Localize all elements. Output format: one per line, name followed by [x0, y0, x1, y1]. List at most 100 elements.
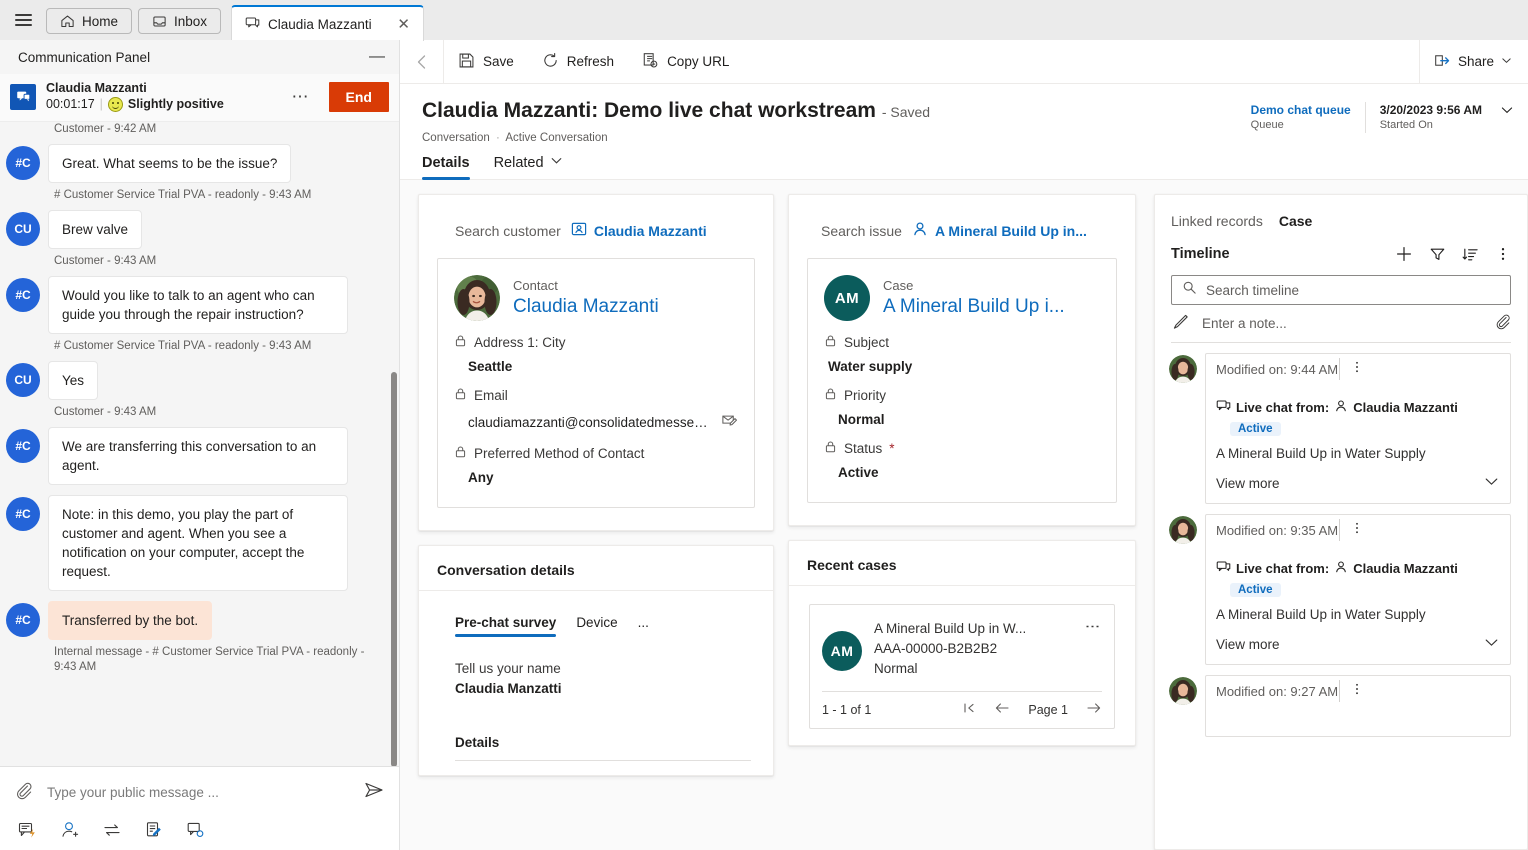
chat-message: #C Great. What seems to be the issue? [6, 144, 387, 183]
lock-icon [454, 445, 467, 461]
email-icon[interactable] [721, 412, 738, 432]
chevron-down-icon[interactable] [1496, 102, 1514, 120]
view-more-toggle[interactable]: View more [1216, 463, 1500, 493]
header-field-queue[interactable]: Demo chat queue Queue [1237, 102, 1365, 133]
search-customer-value[interactable]: Claudia Mazzanti [571, 221, 707, 240]
attachment-icon[interactable] [14, 781, 33, 805]
recent-cases-title: Recent cases [789, 541, 1135, 586]
message-bubble: Brew valve [48, 210, 143, 249]
contact-header: Contact Claudia Mazzanti [454, 275, 738, 321]
record-count: 1 - 1 of 1 [822, 702, 872, 717]
contact-entity-type: Contact [513, 277, 558, 293]
avatar: AM [824, 275, 870, 321]
nav-tab-inbox[interactable]: Inbox [138, 8, 222, 34]
filter-icon[interactable] [1429, 246, 1446, 263]
transfer-icon[interactable] [102, 820, 122, 840]
search-timeline-input[interactable]: Search timeline [1171, 275, 1511, 305]
chat-transcript[interactable]: Customer - 9:42 AM #C Great. What seems … [0, 122, 399, 766]
add-agent-icon[interactable] [60, 820, 80, 840]
minimize-icon[interactable]: — [369, 49, 385, 65]
tab-device[interactable]: Device [576, 615, 617, 637]
timeline-list[interactable]: Modified on: 9:44 AM Live chat from: Cla… [1155, 343, 1527, 849]
tab-details-label: Details [422, 154, 470, 171]
refresh-button[interactable]: Refresh [528, 40, 628, 84]
divider [1339, 358, 1341, 380]
timeline-entry-card[interactable]: Modified on: 9:27 AM [1205, 675, 1511, 737]
timeline-entry-source: Live chat from: Claudia Mazzanti [1216, 559, 1500, 579]
case-name-link[interactable]: A Mineral Build Up i... [883, 294, 1100, 320]
message-bubble: Would you like to talk to an agent who c… [48, 276, 348, 334]
person-icon [912, 221, 928, 240]
enter-note-placeholder: Enter a note... [1202, 316, 1287, 331]
chat-session-icon [10, 83, 36, 110]
customer-summary-card: Search customer Claudia Mazzanti Contact… [418, 194, 774, 531]
timeline-person: Claudia Mazzanti [1353, 561, 1458, 576]
divider [1339, 680, 1341, 702]
tab-overflow-more[interactable]: ... [638, 615, 649, 637]
session-tab-active[interactable]: Claudia Mazzanti ✕ [231, 5, 424, 41]
attachment-icon[interactable] [1494, 313, 1511, 335]
chevron-down-icon[interactable] [1483, 473, 1500, 493]
search-timeline-placeholder: Search timeline [1206, 282, 1300, 298]
more-options-icon[interactable] [1350, 360, 1364, 379]
search-customer-text: Claudia Mazzanti [593, 222, 707, 239]
avatar: #C [6, 603, 40, 637]
search-issue-row: Search issue A Mineral Build Up in... [789, 195, 1135, 240]
consult-icon[interactable] [186, 820, 206, 840]
tab-pre-chat-survey[interactable]: Pre-chat survey [455, 615, 557, 637]
required-indicator: * [889, 440, 895, 456]
timeline-item: Modified on: 9:44 AM Live chat from: Cla… [1155, 343, 1527, 504]
breadcrumb-entity[interactable]: Conversation [422, 132, 490, 144]
message-input[interactable]: Type your public message ... [47, 785, 349, 800]
list-item[interactable]: AM A Mineral Build Up in W... AAA-00000-… [809, 604, 1115, 729]
field-label: Address 1: City [474, 334, 566, 350]
first-page-icon[interactable] [962, 701, 976, 718]
chevron-down-icon[interactable] [550, 154, 563, 171]
sort-icon[interactable] [1462, 246, 1479, 263]
share-icon [1434, 52, 1451, 72]
timeline-entry-header: Modified on: 9:35 AM [1206, 515, 1510, 545]
contact-name-link[interactable]: Claudia Mazzanti [513, 294, 738, 320]
view-more-toggle[interactable]: View more [1216, 624, 1500, 654]
plus-icon[interactable] [1395, 245, 1413, 263]
share-button[interactable]: Share [1418, 39, 1528, 84]
field-value-text: Any [468, 470, 494, 485]
end-conversation-button[interactable]: End [328, 81, 389, 112]
breadcrumb-view[interactable]: Active Conversation [505, 132, 607, 144]
hamburger-icon[interactable] [6, 0, 40, 40]
field-value: Normal [824, 403, 1100, 427]
copy-url-button[interactable]: Copy URL [628, 40, 743, 84]
send-icon[interactable] [363, 779, 385, 806]
timeline-modified-on: Modified on: 9:35 AM [1216, 522, 1339, 538]
tab-details[interactable]: Details [422, 154, 470, 180]
quick-replies-icon[interactable] [18, 820, 38, 840]
more-options-icon[interactable] [1350, 682, 1364, 701]
more-options-icon[interactable] [1495, 246, 1511, 262]
timeline-entry-card[interactable]: Modified on: 9:44 AM Live chat from: Cla… [1205, 353, 1511, 504]
next-page-icon[interactable] [1086, 701, 1102, 718]
avatar: CU [6, 363, 40, 397]
avatar [1169, 677, 1197, 705]
more-options-icon[interactable] [1350, 521, 1364, 540]
nav-tab-home[interactable]: Home [46, 8, 133, 34]
field-label: Preferred Method of Contact [474, 445, 645, 461]
chevron-down-icon[interactable] [1501, 54, 1512, 69]
previous-page-icon[interactable] [994, 701, 1010, 718]
nav-tab-inbox-label: Inbox [174, 13, 208, 29]
chat-scrollbar[interactable] [391, 372, 397, 766]
save-icon [458, 52, 475, 72]
more-options-icon[interactable]: ⋯ [284, 88, 319, 105]
notes-icon[interactable] [144, 820, 164, 840]
enter-note-input[interactable]: Enter a note... [1171, 305, 1511, 343]
timeline-entry-card[interactable]: Modified on: 9:35 AM Live chat from: Cla… [1205, 514, 1511, 665]
search-issue-value[interactable]: A Mineral Build Up in... [912, 221, 1087, 240]
tab-related[interactable]: Related [494, 154, 563, 179]
linked-records-selected[interactable]: Case [1279, 213, 1312, 229]
header-field-value[interactable]: Demo chat queue [1251, 102, 1351, 118]
save-button[interactable]: Save [444, 40, 528, 84]
main-body: Communication Panel — Claudia Mazzanti 0… [0, 39, 1528, 850]
more-options-icon[interactable]: ⋮ [1082, 619, 1102, 679]
chevron-down-icon[interactable] [1483, 634, 1500, 654]
close-icon[interactable]: ✕ [394, 14, 414, 34]
back-arrow-icon[interactable] [400, 39, 444, 84]
